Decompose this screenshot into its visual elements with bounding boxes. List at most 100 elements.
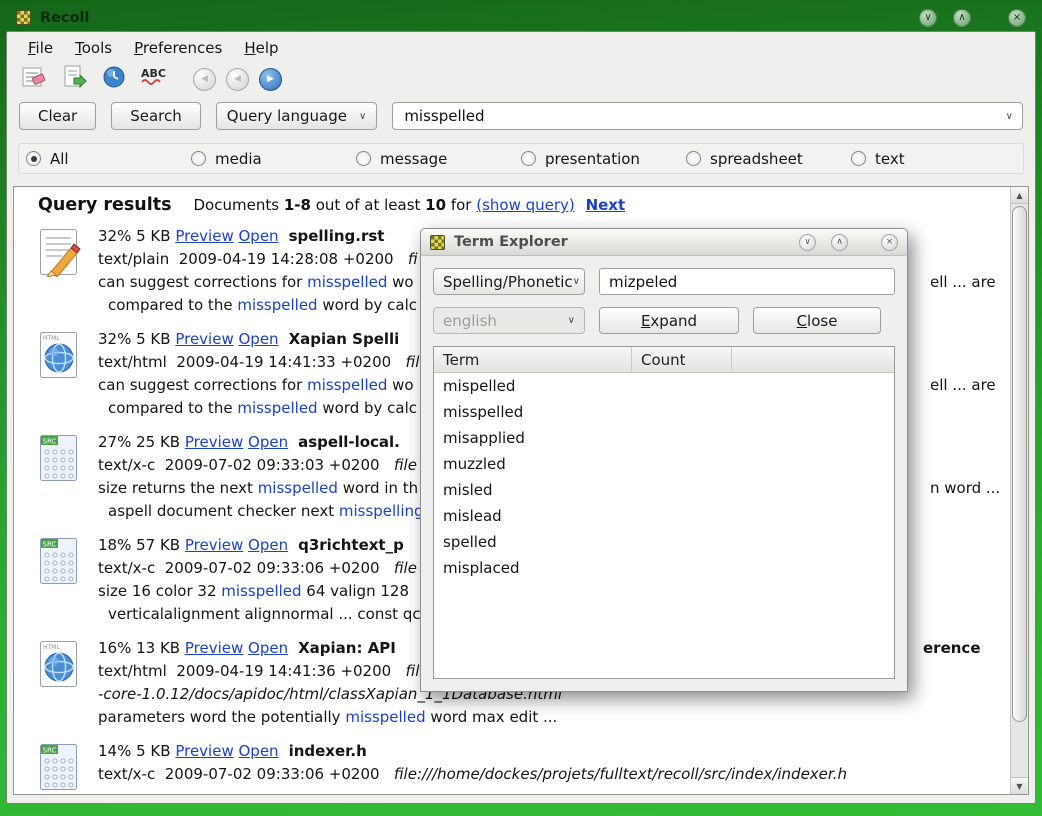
scroll-up-button[interactable]: ▲ <box>1011 187 1028 204</box>
results-scrollbar[interactable]: ▲ ▼ <box>1010 187 1028 794</box>
next-page-link[interactable]: Next <box>586 196 626 214</box>
term-row[interactable]: misplaced <box>434 555 894 581</box>
filter-message[interactable]: message <box>356 150 521 168</box>
show-query-link[interactable]: (show query) <box>476 196 575 214</box>
menu-bar: FileToolsPreferencesHelp <box>7 32 1035 62</box>
term-row[interactable]: mispelled <box>434 373 894 399</box>
scroll-down-button[interactable]: ▼ <box>1011 777 1028 794</box>
search-button[interactable]: Search <box>111 102 201 130</box>
filetype-text-icon <box>38 227 84 317</box>
clear-search-button[interactable] <box>19 65 49 93</box>
radio-icon <box>26 151 41 166</box>
result-title: aspell-local. <box>298 433 400 451</box>
summary-suffix: for <box>451 196 472 214</box>
dialog-shade-button[interactable]: ∨ <box>799 234 816 251</box>
chevron-down-icon: ∨ <box>568 315 575 326</box>
highlighted-term: misspelled <box>258 479 338 497</box>
result-abstract-line: parameters word the potentially misspell… <box>98 706 1010 729</box>
open-link[interactable]: Open <box>248 639 288 657</box>
menu-preferences[interactable]: Preferences <box>123 35 233 61</box>
prev-arrow-icon: ◀ <box>234 74 241 84</box>
open-link[interactable]: Open <box>239 330 279 348</box>
term-row[interactable]: misled <box>434 477 894 503</box>
mime-date: text/plain 2009-04-19 14:28:08 +0200 <box>98 250 408 268</box>
menu-file[interactable]: File <box>17 35 64 61</box>
dialog-titlebar[interactable]: Term Explorer ∨ ∧ × <box>420 228 908 255</box>
dialog-unshade-button[interactable]: ∧ <box>831 234 848 251</box>
menu-tools[interactable]: Tools <box>64 35 123 61</box>
result-title: Xapian: API <box>298 639 396 657</box>
scrollbar-thumb[interactable] <box>1012 206 1027 722</box>
highlighted-term: misspelling <box>339 502 424 520</box>
result-title: q3richtext_p <box>298 536 404 554</box>
term-input[interactable] <box>599 268 895 295</box>
start-search-button[interactable] <box>59 65 89 93</box>
filter-media[interactable]: media <box>191 150 356 168</box>
search-input[interactable] <box>402 106 1005 126</box>
recoll-app-icon <box>430 235 445 250</box>
close-button[interactable]: Close <box>753 307 881 334</box>
term-cell: misspelled <box>434 399 632 425</box>
term-table-header[interactable]: Term Count <box>434 347 894 373</box>
first-page-button[interactable]: ◀ <box>193 68 216 91</box>
scrollbar-track[interactable] <box>1011 204 1028 777</box>
open-link[interactable]: Open <box>239 227 279 245</box>
filter-spreadsheet[interactable]: spreadsheet <box>686 150 851 168</box>
mime-date: text/x-c 2009-07-02 09:33:06 +0200 <box>98 765 394 783</box>
menu-help[interactable]: Help <box>233 35 289 61</box>
open-link[interactable]: Open <box>239 742 279 760</box>
next-arrow-icon: ▶ <box>267 74 274 84</box>
filter-label: text <box>875 150 905 168</box>
preview-link[interactable]: Preview <box>185 536 243 554</box>
highlighted-term: misspelled <box>237 399 317 417</box>
term-column-header[interactable]: Term <box>434 347 632 372</box>
query-results-title: Query results <box>38 195 172 215</box>
preview-link[interactable]: Preview <box>185 433 243 451</box>
term-row[interactable]: spelled <box>434 529 894 555</box>
unshade-button[interactable]: ∧ <box>953 9 971 27</box>
open-link[interactable]: Open <box>248 536 288 554</box>
term-explorer-button[interactable]: ABC <box>139 65 169 93</box>
query-mode-combo[interactable]: Query language ∨ <box>216 102 378 130</box>
term-row[interactable]: mislead <box>434 503 894 529</box>
preview-link[interactable]: Preview <box>175 330 233 348</box>
occluded-title-fragment: erence <box>923 637 981 660</box>
preview-link[interactable]: Preview <box>185 639 243 657</box>
term-row[interactable]: misapplied <box>434 425 894 451</box>
language-combo: english ∨ <box>433 307 585 334</box>
clear-button[interactable]: Clear <box>19 102 96 130</box>
scroll-up-icon: ▲ <box>1016 191 1022 200</box>
expansion-mode-combo[interactable]: Spelling/Phonetic ∨ <box>433 268 585 295</box>
filter-presentation[interactable]: presentation <box>521 150 686 168</box>
history-button[interactable] <box>99 65 129 93</box>
page-nav-group: ◀ ◀ ▶ <box>193 68 282 91</box>
radio-icon <box>851 151 866 166</box>
relevance-size: 32% 5 KB <box>98 227 175 245</box>
term-row[interactable]: muzzled <box>434 451 894 477</box>
term-explorer-dialog: Term Explorer ∨ ∧ × Spelling/Phonetic ∨ … <box>420 228 908 692</box>
category-filters: Allmedia message presentationspreadsheet te… <box>18 143 1024 174</box>
radio-icon <box>356 151 371 166</box>
preview-link[interactable]: Preview <box>175 742 233 760</box>
mime-date: text/html 2009-04-19 14:41:33 +0200 <box>98 353 406 371</box>
query-combobox[interactable]: ∨ <box>392 102 1023 130</box>
radio-icon <box>686 151 701 166</box>
window-titlebar[interactable]: Recoll ∨ ∧ × <box>6 4 1036 31</box>
close-icon: × <box>886 237 894 247</box>
term-row[interactable]: misspelled <box>434 399 894 425</box>
next-page-button[interactable]: ▶ <box>259 68 282 91</box>
close-window-button[interactable]: × <box>1008 9 1026 27</box>
scroll-down-icon: ▼ <box>1016 782 1022 791</box>
preview-link[interactable]: Preview <box>175 227 233 245</box>
filter-text[interactable]: text <box>851 150 1016 168</box>
filter-label: message <box>380 150 447 168</box>
dialog-close-window-button[interactable]: × <box>881 234 898 251</box>
prev-page-button[interactable]: ◀ <box>226 68 249 91</box>
filter-all[interactable]: All <box>26 150 191 168</box>
expand-button[interactable]: Expand <box>599 307 739 334</box>
result-title-line: 14% 5 KB Preview Openindexer.h <box>98 740 1010 763</box>
chevron-down-icon: ∨ <box>359 111 366 122</box>
count-column-header[interactable]: Count <box>632 347 732 372</box>
open-link[interactable]: Open <box>248 433 288 451</box>
shade-button[interactable]: ∨ <box>919 9 937 27</box>
